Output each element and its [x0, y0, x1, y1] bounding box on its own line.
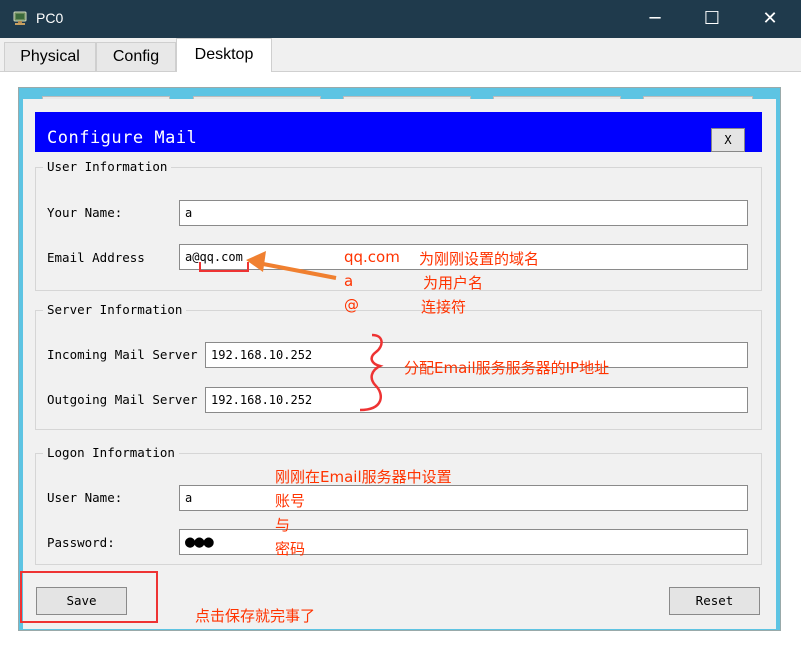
tab-config[interactable]: Config — [96, 42, 176, 72]
annotation-logon-line3: 与 — [275, 516, 291, 534]
your-name-label: Your Name: — [47, 205, 123, 220]
annotation-logon-line4: 密码 — [275, 540, 306, 558]
maximize-button[interactable]: ☐ — [684, 0, 740, 38]
annotation-save-note: 点击保存就完事了 — [195, 607, 316, 625]
window-titlebar: PC0 ─ ☐ ✕ — [0, 0, 801, 38]
annotation-domain-note: 为刚刚设置的域名 — [419, 250, 540, 268]
minimize-button[interactable]: ─ — [627, 0, 683, 38]
reset-button[interactable]: Reset — [669, 587, 760, 615]
annotation-at: @ — [344, 296, 359, 314]
user-name-input[interactable]: a — [179, 485, 748, 511]
user-info-legend: User Information — [43, 159, 172, 174]
close-window-button[interactable]: ✕ — [742, 0, 798, 38]
server-info-legend: Server Information — [43, 302, 187, 317]
password-input[interactable]: ●●● — [179, 529, 748, 555]
tab-bar: Physical Config Desktop — [0, 38, 801, 73]
dialog-close-button[interactable]: X — [711, 128, 745, 152]
email-address-label: Email Address — [47, 250, 145, 265]
annotation-server-note: 分配Email服务服务器的IP地址 — [404, 359, 610, 377]
annotation-username-note: 为用户名 — [423, 274, 484, 292]
annotation-connector-note: 连接符 — [421, 298, 467, 316]
logon-info-legend: Logon Information — [43, 445, 179, 460]
outgoing-server-input[interactable]: 192.168.10.252 — [205, 387, 748, 413]
window-title: PC0 — [36, 10, 64, 26]
outgoing-server-label: Outgoing Mail Server — [47, 392, 198, 407]
user-name-label: User Name: — [47, 490, 123, 505]
user-info-group — [35, 167, 762, 291]
pc-icon — [13, 11, 27, 25]
password-label: Password: — [47, 535, 115, 550]
tab-physical[interactable]: Physical — [4, 42, 96, 72]
your-name-input[interactable]: a — [179, 200, 748, 226]
dialog-title: Configure Mail — [47, 128, 198, 148]
annotation-qq-com: qq.com — [344, 248, 400, 266]
annotation-logon-line2: 账号 — [275, 492, 306, 510]
tab-desktop[interactable]: Desktop — [176, 38, 272, 73]
annotation-logon-line1: 刚刚在Email服务器中设置 — [275, 468, 452, 486]
annotation-a: a — [344, 272, 354, 290]
incoming-server-label: Incoming Mail Server — [47, 347, 198, 362]
save-highlight-box — [20, 571, 158, 623]
